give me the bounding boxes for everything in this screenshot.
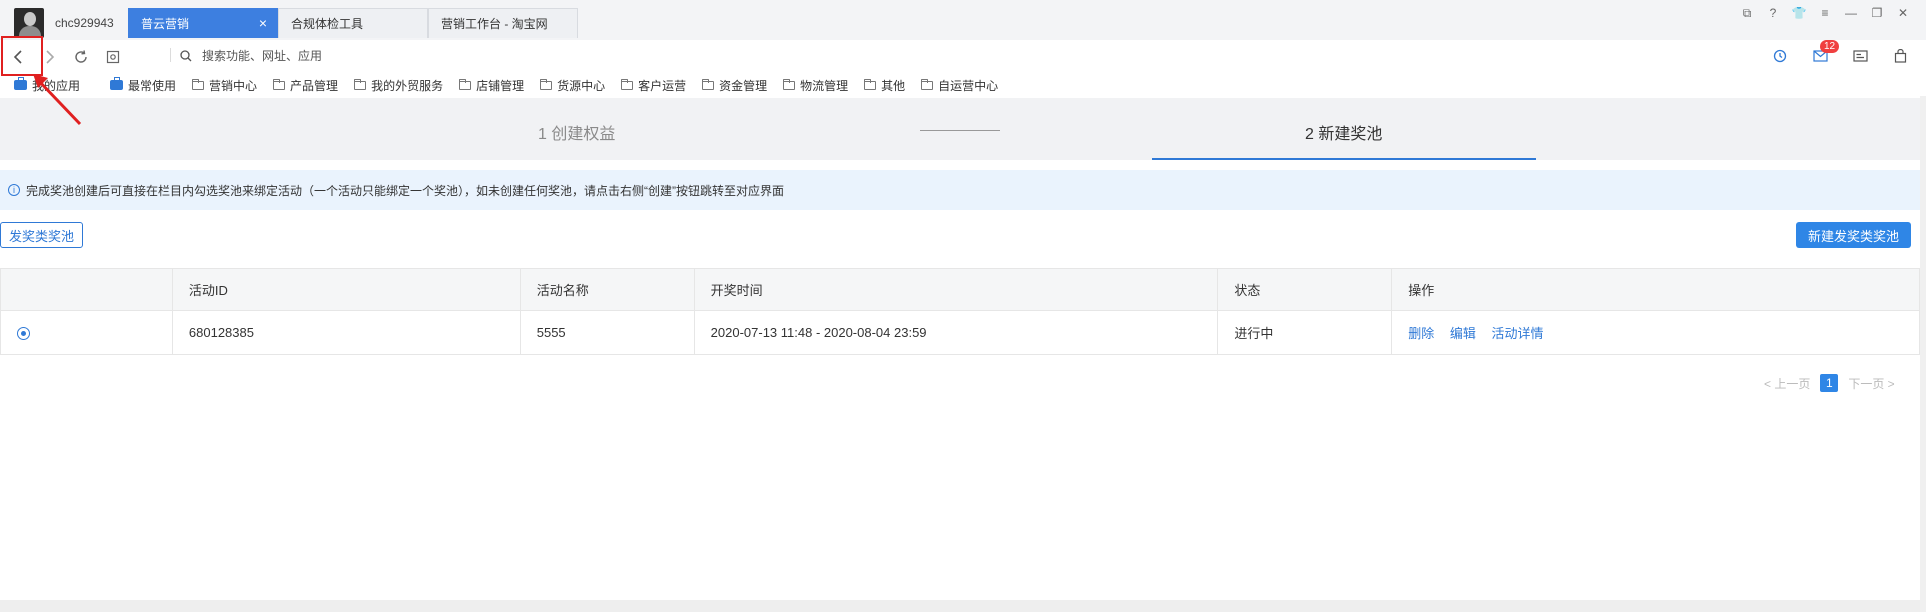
search-icon bbox=[180, 50, 192, 62]
bag-button[interactable] bbox=[1888, 44, 1912, 68]
id-card-icon bbox=[1852, 50, 1868, 62]
bookmarks-bar: 我的应用 最常使用 营销中心 产品管理 我的外贸服务 店铺管理 货源中心 客户运… bbox=[0, 74, 1926, 96]
edit-link[interactable]: 编辑 bbox=[1450, 326, 1476, 341]
close-window-icon[interactable]: ✕ bbox=[1890, 3, 1916, 23]
mail-button[interactable]: 12 bbox=[1808, 40, 1840, 68]
prize-pool-type-button[interactable]: 发奖类奖池 bbox=[0, 222, 84, 248]
header-operations: 操作 bbox=[1391, 268, 1920, 311]
pagination: < 上一页 1 下一页 > bbox=[1764, 374, 1895, 392]
folder-icon bbox=[192, 78, 205, 90]
folder-icon bbox=[354, 78, 367, 90]
folder-icon bbox=[459, 78, 472, 90]
info-text: 完成奖池创建后可直接在栏目内勾选奖池来绑定活动（一个活动只能绑定一个奖池），如未… bbox=[26, 183, 784, 198]
activity-detail-link[interactable]: 活动详情 bbox=[1492, 326, 1544, 341]
mail-badge: 12 bbox=[1820, 40, 1840, 53]
folder-icon bbox=[702, 78, 715, 90]
row-select-cell bbox=[0, 310, 173, 355]
bookmark-supply-center[interactable]: 货源中心 bbox=[540, 77, 605, 94]
folder-icon bbox=[540, 78, 553, 90]
cell-activity-id: 680128385 bbox=[171, 310, 521, 355]
minimize-icon[interactable]: — bbox=[1838, 3, 1864, 23]
search-bar bbox=[180, 46, 602, 66]
row-radio[interactable] bbox=[17, 327, 30, 341]
copy-icon[interactable]: ⧉ bbox=[1734, 3, 1760, 23]
menu-icon[interactable]: ≡ bbox=[1812, 3, 1838, 23]
clock-button[interactable] bbox=[1768, 44, 1792, 68]
folder-icon bbox=[783, 78, 796, 90]
nav-separator bbox=[170, 48, 171, 62]
folder-icon bbox=[921, 78, 934, 90]
bookmark-other[interactable]: 其他 bbox=[864, 77, 905, 94]
create-prize-pool-button[interactable]: 新建发奖类奖池 bbox=[1796, 222, 1912, 248]
main-content: 1 创建权益 2 新建奖池 i 完成奖池创建后可直接在栏目内勾选奖池来绑定活动（… bbox=[0, 98, 1926, 612]
briefcase-icon bbox=[110, 77, 124, 90]
table-header-row: 活动ID 活动名称 开奖时间 状态 操作 bbox=[0, 268, 1920, 311]
bookmark-logistics[interactable]: 物流管理 bbox=[783, 77, 848, 94]
restore-icon[interactable]: ❐ bbox=[1864, 3, 1890, 23]
header-activity-name: 活动名称 bbox=[519, 268, 695, 311]
search-input[interactable] bbox=[202, 49, 602, 63]
screenshot-button[interactable] bbox=[102, 46, 124, 68]
folder-icon bbox=[864, 78, 877, 90]
bookmark-self-ops-center[interactable]: 自运营中心 bbox=[921, 77, 998, 94]
tab-compliance-tool[interactable]: 合规体检工具 bbox=[278, 8, 428, 38]
annotation-arrow bbox=[33, 74, 82, 126]
bookmark-most-used[interactable]: 最常使用 bbox=[110, 77, 176, 94]
tab-marketing-workbench[interactable]: 营销工作台 - 淘宝网 bbox=[428, 8, 578, 38]
steps-bar: 1 创建权益 2 新建奖池 bbox=[0, 98, 1920, 160]
current-page[interactable]: 1 bbox=[1820, 374, 1839, 392]
shirt-icon[interactable]: 👕 bbox=[1786, 3, 1812, 23]
screenshot-icon bbox=[106, 50, 120, 64]
active-step-indicator bbox=[1152, 158, 1536, 160]
chevron-right-icon bbox=[46, 50, 55, 64]
header-draw-time: 开奖时间 bbox=[693, 268, 1219, 311]
info-icon: i bbox=[8, 184, 20, 196]
help-icon[interactable]: ? bbox=[1760, 3, 1786, 23]
header-activity-id: 活动ID bbox=[171, 268, 521, 311]
step-new-pool[interactable]: 2 新建奖池 bbox=[1305, 120, 1382, 144]
close-tab-icon[interactable]: × bbox=[259, 15, 267, 31]
folder-icon bbox=[621, 78, 634, 90]
window-controls: ⧉ ? 👕 ≡ — ❐ ✕ bbox=[1734, 3, 1916, 23]
step-connector bbox=[920, 130, 1000, 131]
activity-table: 活动ID 活动名称 开奖时间 状态 操作 680128385 5555 2020… bbox=[0, 268, 1920, 355]
header-status: 状态 bbox=[1217, 268, 1393, 311]
info-banner: i 完成奖池创建后可直接在栏目内勾选奖池来绑定活动（一个活动只能绑定一个奖池），… bbox=[0, 170, 1920, 210]
title-bar: chc929943 普云营销 × 合规体检工具 营销工作台 - 淘宝网 ⧉ ? … bbox=[0, 0, 1926, 40]
username[interactable]: chc929943 bbox=[55, 16, 114, 30]
cell-status: 进行中 bbox=[1217, 310, 1393, 355]
bookmark-product-management[interactable]: 产品管理 bbox=[273, 77, 338, 94]
briefcase-icon bbox=[14, 77, 27, 90]
bookmark-marketing-center[interactable]: 营销中心 bbox=[192, 77, 257, 94]
bag-icon bbox=[1894, 49, 1906, 63]
refresh-button[interactable] bbox=[70, 46, 92, 68]
delete-link[interactable]: 删除 bbox=[1408, 326, 1434, 341]
bookmark-customer-ops[interactable]: 客户运营 bbox=[621, 77, 686, 94]
horizontal-scrollbar[interactable] bbox=[0, 600, 1920, 612]
cell-draw-time: 2020-07-13 11:48 - 2020-08-04 23:59 bbox=[693, 310, 1219, 355]
vertical-scrollbar[interactable] bbox=[1920, 96, 1926, 612]
cell-operations: 删除 编辑 活动详情 bbox=[1391, 310, 1920, 355]
header-select bbox=[0, 268, 173, 311]
bookmark-fund-management[interactable]: 资金管理 bbox=[702, 77, 767, 94]
tab-puyun-marketing[interactable]: 普云营销 × bbox=[128, 8, 278, 38]
clock-icon bbox=[1773, 49, 1787, 63]
refresh-icon bbox=[75, 50, 87, 63]
bookmark-store-management[interactable]: 店铺管理 bbox=[459, 77, 524, 94]
prev-page-button[interactable]: < 上一页 bbox=[1764, 375, 1810, 392]
avatar[interactable] bbox=[14, 8, 44, 38]
folder-icon bbox=[273, 78, 286, 90]
table-row: 680128385 5555 2020-07-13 11:48 - 2020-0… bbox=[0, 310, 1920, 355]
next-page-button[interactable]: 下一页 > bbox=[1848, 375, 1894, 392]
bookmark-foreign-trade[interactable]: 我的外贸服务 bbox=[354, 77, 443, 94]
cell-activity-name: 5555 bbox=[519, 310, 695, 355]
id-card-button[interactable] bbox=[1848, 44, 1872, 68]
step-create-rights[interactable]: 1 创建权益 bbox=[538, 120, 615, 144]
